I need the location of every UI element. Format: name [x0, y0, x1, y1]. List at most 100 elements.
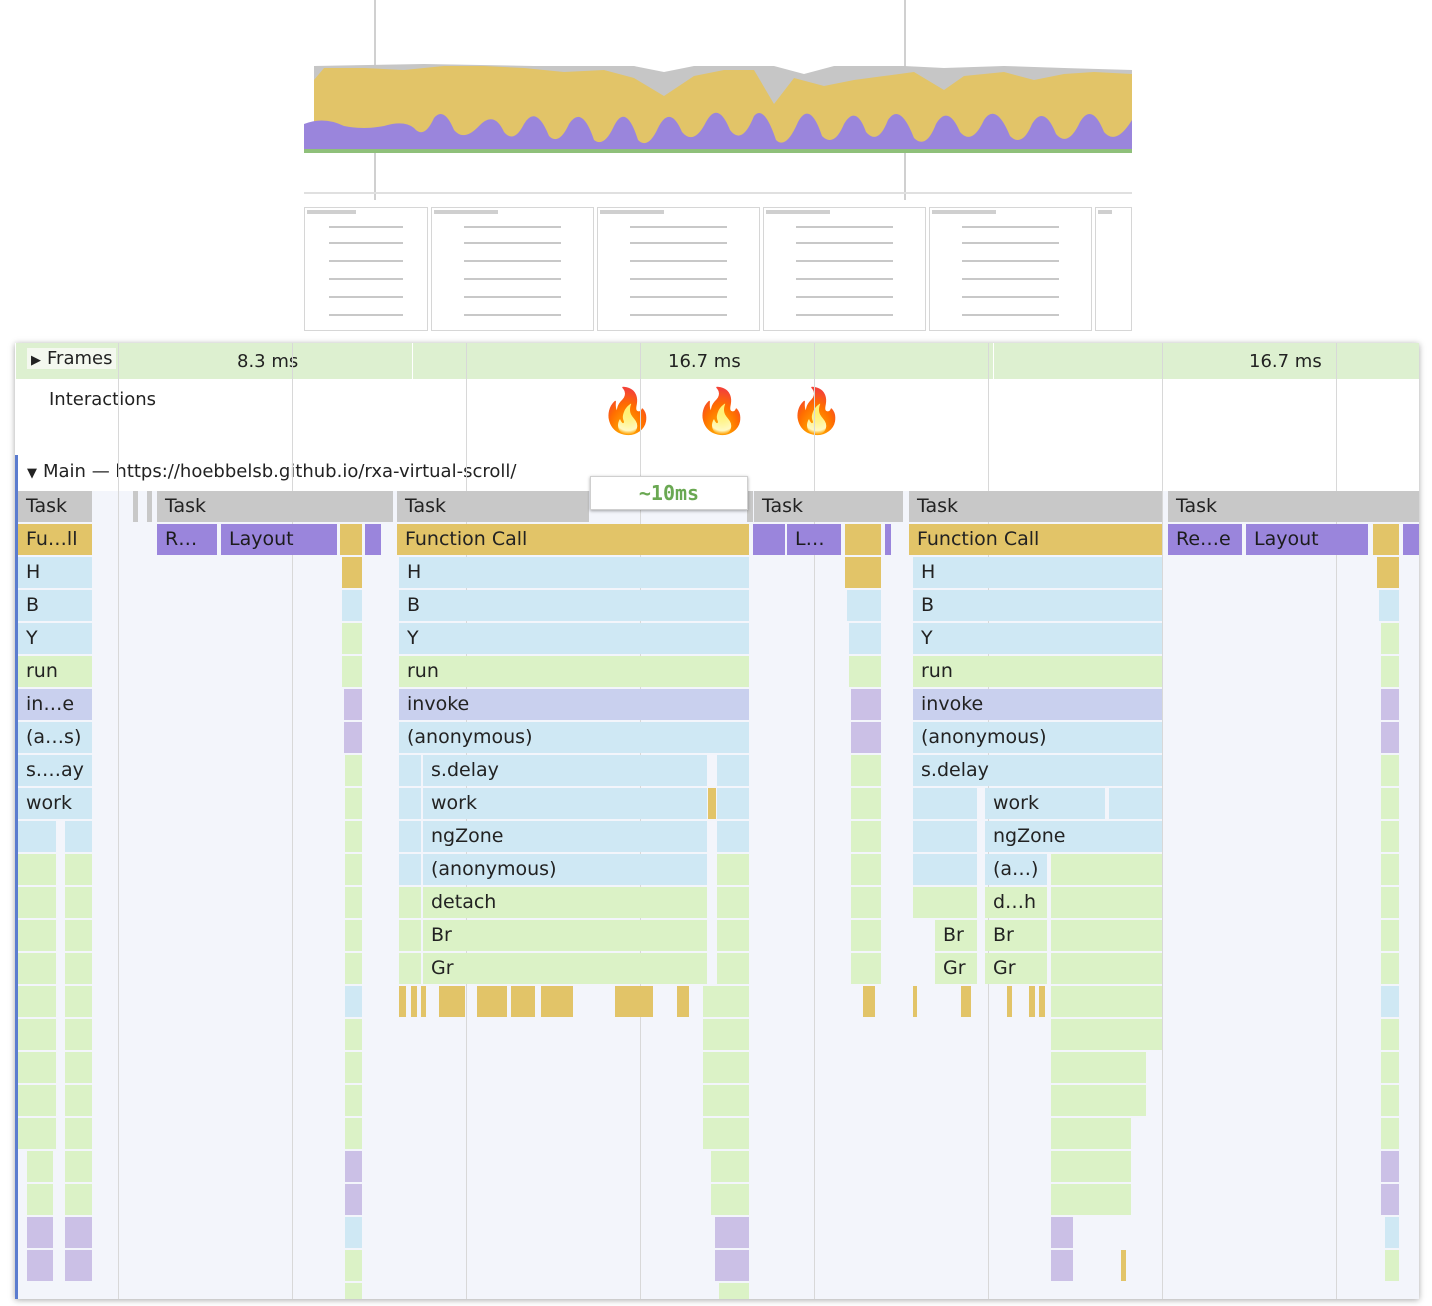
flame-block[interactable] — [851, 689, 881, 720]
flame-block[interactable]: (anonymous) — [399, 722, 749, 753]
flame-block[interactable]: ngZone — [423, 821, 707, 852]
flame-block[interactable]: Layout — [1246, 524, 1368, 555]
flame-block[interactable] — [65, 953, 92, 984]
flame-block[interactable] — [1381, 755, 1399, 786]
flame-block[interactable] — [717, 788, 749, 819]
filmstrip-frame[interactable] — [431, 207, 594, 331]
flame-block[interactable] — [1385, 1250, 1399, 1281]
flame-block[interactable] — [1377, 557, 1399, 588]
flame-block[interactable] — [18, 953, 56, 984]
flame-block[interactable] — [65, 920, 92, 951]
flame-block[interactable] — [345, 953, 362, 984]
filmstrip-frame[interactable] — [1095, 207, 1132, 331]
flame-block[interactable]: in…e — [18, 689, 92, 720]
flame-block[interactable] — [1381, 656, 1399, 687]
flame-block[interactable] — [1007, 986, 1012, 1017]
flame-block[interactable] — [1373, 524, 1399, 555]
flame-block[interactable]: Br — [985, 920, 1047, 951]
flame-block[interactable] — [1381, 887, 1399, 918]
task-block[interactable]: Task — [18, 491, 92, 522]
flame-block[interactable] — [345, 1217, 362, 1248]
flame-block[interactable] — [399, 920, 421, 951]
flame-block[interactable] — [342, 590, 362, 621]
flame-block[interactable] — [847, 590, 881, 621]
flame-block[interactable] — [345, 1184, 362, 1215]
flame-block[interactable]: R… — [157, 524, 217, 555]
flame-block[interactable]: Gr — [935, 953, 977, 984]
flame-block[interactable] — [717, 887, 749, 918]
flame-block[interactable] — [18, 920, 56, 951]
flame-block[interactable] — [851, 722, 881, 753]
flame-block[interactable] — [863, 986, 875, 1017]
flame-block[interactable] — [18, 986, 56, 1017]
task-block[interactable]: Task — [909, 491, 1162, 522]
flame-block[interactable]: Function Call — [397, 524, 749, 555]
flame-block[interactable] — [1051, 1118, 1131, 1149]
flame-block[interactable] — [399, 887, 421, 918]
flame-block[interactable] — [719, 1283, 749, 1299]
flame-block[interactable] — [399, 788, 421, 819]
flame-block[interactable]: Gr — [423, 953, 707, 984]
flame-block[interactable]: Y — [399, 623, 749, 654]
filmstrip[interactable] — [304, 207, 1132, 331]
flame-block[interactable] — [345, 1085, 362, 1116]
flame-block[interactable] — [65, 821, 92, 852]
flame-block[interactable] — [477, 986, 507, 1017]
flame-block[interactable] — [65, 1184, 92, 1215]
flame-block[interactable]: H — [913, 557, 1162, 588]
flame-block[interactable] — [65, 1250, 92, 1281]
flame-block[interactable] — [1381, 1118, 1399, 1149]
fire-icon[interactable]: 🔥 — [694, 390, 749, 434]
flame-block[interactable] — [703, 1052, 749, 1083]
flame-block[interactable] — [703, 1085, 749, 1116]
cpu-overview-chart[interactable] — [304, 0, 1132, 200]
flame-block[interactable]: Fu…ll — [18, 524, 92, 555]
flame-block[interactable] — [399, 854, 421, 885]
flame-block[interactable] — [1381, 854, 1399, 885]
flame-block[interactable] — [715, 1217, 749, 1248]
flame-block[interactable]: s.delay — [423, 755, 707, 786]
flame-block[interactable] — [677, 986, 689, 1017]
flame-block[interactable] — [18, 1019, 56, 1050]
interactions-track[interactable]: Interactions 🔥 🔥 🔥 — [15, 380, 1419, 452]
flame-block[interactable] — [399, 755, 421, 786]
flame-block[interactable] — [345, 1250, 362, 1281]
flame-block[interactable] — [1381, 1019, 1399, 1050]
flame-block[interactable]: Re…e — [1168, 524, 1242, 555]
flame-block[interactable] — [65, 1052, 92, 1083]
flame-block[interactable] — [1379, 590, 1399, 621]
flame-block[interactable] — [1051, 1085, 1146, 1116]
flame-block[interactable] — [913, 986, 917, 1017]
flame-block[interactable] — [845, 524, 881, 555]
flame-block[interactable]: detach — [423, 887, 707, 918]
flame-block[interactable] — [65, 1151, 92, 1182]
flame-block[interactable] — [717, 953, 749, 984]
fire-icon[interactable]: 🔥 — [600, 390, 655, 434]
flame-block[interactable] — [703, 986, 749, 1017]
flame-block[interactable] — [1109, 788, 1162, 819]
task-block[interactable] — [133, 491, 138, 522]
flame-block[interactable] — [541, 986, 573, 1017]
flame-block[interactable]: B — [399, 590, 749, 621]
flame-block[interactable] — [345, 1052, 362, 1083]
flame-block[interactable] — [65, 1217, 92, 1248]
flame-block[interactable] — [1051, 1250, 1073, 1281]
flame-block[interactable] — [411, 986, 417, 1017]
flame-block[interactable]: L… — [787, 524, 841, 555]
flame-block[interactable] — [715, 1250, 749, 1281]
flame-block[interactable] — [65, 887, 92, 918]
filmstrip-frame[interactable] — [929, 207, 1092, 331]
flame-block[interactable] — [851, 755, 881, 786]
flame-block[interactable]: invoke — [913, 689, 1162, 720]
frame-segment[interactable] — [993, 343, 1419, 379]
flame-block[interactable] — [849, 656, 881, 687]
flame-block[interactable] — [399, 821, 421, 852]
flame-block[interactable]: (anonymous) — [423, 854, 707, 885]
flame-block[interactable] — [703, 1019, 749, 1050]
flame-block[interactable]: s.delay — [913, 755, 1162, 786]
task-block[interactable]: Task — [1168, 491, 1419, 522]
flame-block[interactable] — [913, 821, 977, 852]
flame-block[interactable] — [961, 986, 971, 1017]
flame-block[interactable] — [1051, 953, 1162, 984]
flame-block[interactable] — [27, 1184, 53, 1215]
